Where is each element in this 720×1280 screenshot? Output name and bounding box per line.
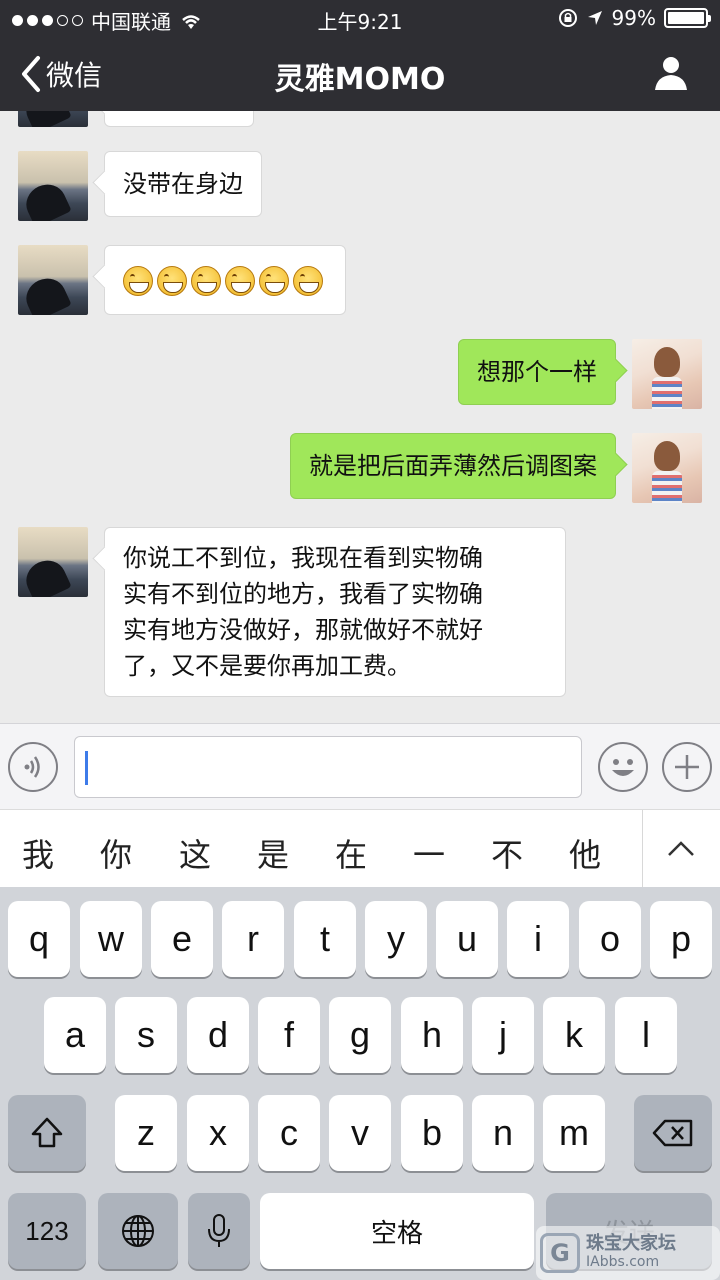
watermark-url: IAbbs.com bbox=[586, 1254, 660, 1270]
text-caret bbox=[85, 751, 88, 785]
message-line: 你说工不到位，我现在看到实物确 bbox=[123, 544, 483, 572]
key-a[interactable]: a bbox=[44, 997, 106, 1073]
delete-key[interactable] bbox=[634, 1095, 712, 1171]
voice-button[interactable] bbox=[8, 742, 58, 792]
key-w[interactable]: w bbox=[80, 901, 142, 977]
key-e[interactable]: e bbox=[151, 901, 213, 977]
space-key[interactable]: 空格 bbox=[260, 1193, 534, 1269]
grin-emoji bbox=[157, 266, 187, 296]
chat-title: 灵雅MOMO bbox=[274, 62, 446, 97]
top-bar: 中国联通 上午9:21 99% 微信 灵雅MOMO bbox=[0, 0, 720, 111]
watermark-logo: G bbox=[540, 1233, 580, 1273]
input-bar bbox=[0, 723, 720, 809]
battery-icon bbox=[664, 8, 711, 28]
contact-avatar[interactable] bbox=[18, 111, 88, 127]
key-s[interactable]: s bbox=[115, 997, 177, 1073]
voice-icon bbox=[24, 756, 40, 778]
chevron-up-icon[interactable] bbox=[666, 838, 696, 858]
candidate-word[interactable]: 我 bbox=[8, 830, 68, 876]
message-bubble-mine[interactable]: 想那个一样 bbox=[458, 339, 616, 405]
my-avatar[interactable] bbox=[632, 433, 702, 503]
rotation-lock-icon bbox=[558, 9, 577, 27]
my-avatar[interactable] bbox=[632, 339, 702, 409]
key-d[interactable]: d bbox=[187, 997, 249, 1073]
status-bar: 中国联通 上午9:21 99% bbox=[0, 0, 720, 38]
candidate-word[interactable]: 你 bbox=[86, 830, 146, 876]
key-p[interactable]: p bbox=[650, 901, 712, 977]
key-c[interactable]: c bbox=[258, 1095, 320, 1171]
contact-avatar[interactable] bbox=[18, 245, 88, 315]
key-g[interactable]: g bbox=[329, 997, 391, 1073]
watermark-name: 珠宝大家坛 bbox=[586, 1233, 676, 1254]
candidate-word[interactable]: 这 bbox=[165, 830, 225, 876]
key-x[interactable]: x bbox=[187, 1095, 249, 1171]
message-text: 想那个一样 bbox=[477, 358, 597, 386]
globe-key[interactable] bbox=[98, 1193, 178, 1269]
message-text: 就是把后面弄薄然后调图案 bbox=[309, 452, 597, 480]
key-z[interactable]: z bbox=[115, 1095, 177, 1171]
message-bubble-mine[interactable]: 就是把后面弄薄然后调图案 bbox=[290, 433, 616, 499]
key-n[interactable]: n bbox=[472, 1095, 534, 1171]
key-m[interactable]: m bbox=[543, 1095, 605, 1171]
key-f[interactable]: f bbox=[258, 997, 320, 1073]
backspace-icon bbox=[652, 1119, 693, 1147]
message-line: 实有地方没做好，那就做好不就好 bbox=[123, 616, 483, 644]
key-h[interactable]: h bbox=[401, 997, 463, 1073]
message-bubble[interactable]: 你说工不到位，我现在看到实物确 实有不到位的地方，我看了实物确 实有地方没做好，… bbox=[104, 527, 566, 697]
key-u[interactable]: u bbox=[436, 901, 498, 977]
message-text: 没带在身边 bbox=[123, 170, 243, 198]
chat-area[interactable]: 没带在身边 想那个一样 就是把后面弄薄然后调图案 你说工不到位，我现在看到实物确… bbox=[0, 111, 720, 723]
candidate-word[interactable]: 在 bbox=[321, 830, 381, 876]
site-watermark: G 珠宝大家坛 IAbbs.com bbox=[536, 1226, 720, 1280]
candidate-word[interactable]: 他 bbox=[555, 830, 615, 876]
battery-percent: 99% bbox=[611, 6, 656, 30]
key-j[interactable]: j bbox=[472, 997, 534, 1073]
key-v[interactable]: v bbox=[329, 1095, 391, 1171]
emoji-button[interactable] bbox=[598, 742, 648, 792]
candidate-bar: 我 你 这 是 在 一 不 他 bbox=[0, 809, 720, 888]
message-input[interactable] bbox=[74, 736, 582, 798]
grin-emoji bbox=[293, 266, 323, 296]
status-right: 99% bbox=[558, 6, 711, 30]
candidate-word[interactable]: 一 bbox=[399, 830, 459, 876]
key-l[interactable]: l bbox=[615, 997, 677, 1073]
key-t[interactable]: t bbox=[294, 901, 356, 977]
candidate-word[interactable]: 是 bbox=[243, 830, 303, 876]
contact-avatar[interactable] bbox=[18, 527, 88, 597]
candidate-word[interactable]: 不 bbox=[477, 830, 537, 876]
key-q[interactable]: q bbox=[8, 901, 70, 977]
key-b[interactable]: b bbox=[401, 1095, 463, 1171]
numbers-key[interactable]: 123 bbox=[8, 1193, 86, 1269]
shift-key[interactable] bbox=[8, 1095, 86, 1171]
grin-emoji bbox=[225, 266, 255, 296]
message-bubble[interactable]: 没带在身边 bbox=[104, 151, 262, 217]
message-bubble-partial[interactable] bbox=[104, 111, 254, 127]
location-icon bbox=[587, 11, 602, 25]
grin-emoji bbox=[123, 266, 153, 296]
smiley-icon bbox=[612, 759, 634, 776]
profile-icon[interactable] bbox=[652, 54, 690, 92]
mic-key[interactable] bbox=[188, 1193, 250, 1269]
microphone-icon bbox=[208, 1214, 230, 1247]
key-k[interactable]: k bbox=[543, 997, 605, 1073]
more-button[interactable] bbox=[662, 742, 712, 792]
key-o[interactable]: o bbox=[579, 901, 641, 977]
grin-emoji bbox=[259, 266, 289, 296]
globe-icon bbox=[122, 1215, 154, 1247]
contact-avatar[interactable] bbox=[18, 151, 88, 221]
message-line: 了，又不是要你再加工费。 bbox=[123, 652, 411, 680]
message-line: 实有不到位的地方，我看了实物确 bbox=[123, 580, 483, 608]
grin-emoji bbox=[191, 266, 221, 296]
shift-icon bbox=[31, 1117, 63, 1148]
keyboard: q w e r t y u i o p a s d f g h j k l z … bbox=[0, 887, 720, 1280]
plus-icon bbox=[675, 755, 699, 779]
candidate-divider bbox=[642, 810, 643, 888]
key-r[interactable]: r bbox=[222, 901, 284, 977]
message-bubble-emoji[interactable] bbox=[104, 245, 346, 315]
nav-bar: 微信 灵雅MOMO bbox=[0, 40, 720, 110]
key-y[interactable]: y bbox=[365, 901, 427, 977]
key-i[interactable]: i bbox=[507, 901, 569, 977]
